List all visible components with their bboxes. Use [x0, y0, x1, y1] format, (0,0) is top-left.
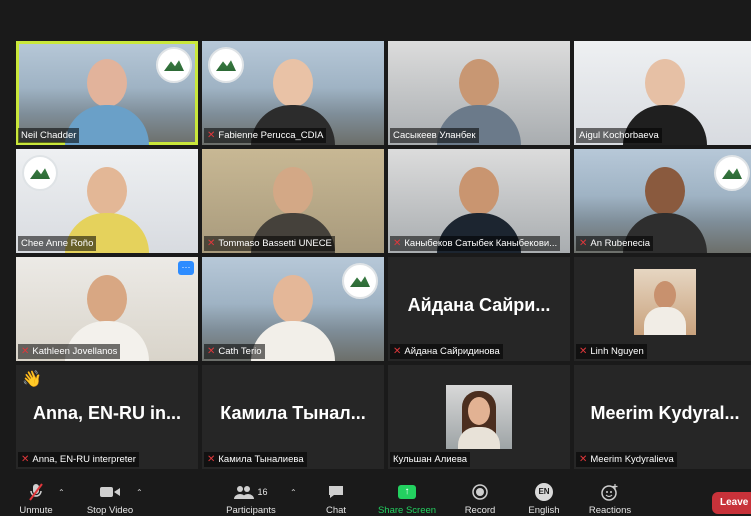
participant-display-name: Айдана Сайри...: [407, 295, 551, 315]
participant-tile[interactable]: Aigul Kochorbaeva: [574, 41, 751, 145]
video-options-chevron-up-icon[interactable]: ⌃: [136, 488, 143, 497]
participant-tile[interactable]: ✕ Linh Nguyen: [574, 257, 751, 361]
organization-logo-icon: [22, 155, 58, 191]
participant-tile[interactable]: Neil Chadder: [16, 41, 198, 145]
organization-logo-icon: [156, 47, 192, 83]
participant-tile[interactable]: ✕ Cath Terio: [202, 257, 384, 361]
participant-name: ✕ Anna, EN-RU interpreter: [18, 452, 139, 467]
organization-logo-icon: [342, 263, 378, 299]
mic-muted-icon: ✕: [207, 130, 216, 141]
unmute-button[interactable]: Unmute: [12, 470, 60, 516]
participants-button[interactable]: 16 Participants: [220, 470, 282, 516]
participant-display-name: Meerim Kydyral...: [590, 403, 740, 423]
mic-muted-icon: ✕: [393, 346, 402, 357]
participant-name: ✕ Камила Тыналиева: [204, 452, 307, 467]
organization-logo-icon: [714, 155, 750, 191]
meeting-toolbar: Unmute ⌃ Stop Video ⌃ 16 Participants ⌃ …: [0, 470, 751, 516]
participants-icon: 16: [234, 482, 268, 501]
participant-name: ✕ Kathleen Jovellanos: [18, 344, 121, 359]
participant-tile[interactable]: Chee Anne Roño: [16, 149, 198, 253]
participant-name: ✕ Linh Nguyen: [576, 344, 647, 359]
smiley-plus-icon: [601, 482, 619, 501]
participant-tile[interactable]: 👋 Anna, EN-RU in... ✕ Anna, EN-RU interpr…: [16, 365, 198, 469]
participant-name: ✕ Айдана Сайридинова: [390, 344, 503, 359]
record-button[interactable]: Record: [458, 470, 502, 516]
audio-options-chevron-up-icon[interactable]: ⌃: [58, 488, 65, 497]
video-camera-icon: [100, 482, 120, 501]
participant-tile[interactable]: ✕ An Rubenecia: [574, 149, 751, 253]
video-grid: Neil Chadder ✕ Fabienne Perucca_CDIA Сасы…: [16, 41, 751, 469]
tile-options-button[interactable]: ···: [178, 261, 194, 275]
participant-tile[interactable]: Айдана Сайри... ✕ Айдана Сайридинова: [388, 257, 570, 361]
record-icon: [472, 482, 488, 501]
participant-name: Сасыкеев Уланбек: [390, 128, 479, 143]
participant-tile[interactable]: Камила Тынал... ✕ Камила Тыналиева: [202, 365, 384, 469]
mic-muted-icon: ✕: [207, 346, 216, 357]
profile-photo: [446, 385, 512, 449]
mic-muted-icon: ✕: [579, 346, 588, 357]
participants-count: 16: [257, 486, 268, 497]
mic-muted-icon: ✕: [21, 454, 30, 465]
mic-muted-icon: ✕: [207, 238, 216, 249]
participant-tile[interactable]: ··· ✕ Kathleen Jovellanos: [16, 257, 198, 361]
share-screen-button[interactable]: ↑ Share Screen: [374, 470, 440, 516]
participant-tile[interactable]: Meerim Kydyral... ✕ Meerim Kydyralieva: [574, 365, 751, 469]
participant-tile[interactable]: Кульшан Алиева: [388, 365, 570, 469]
reactions-button[interactable]: Reactions: [582, 470, 638, 516]
share-screen-icon: ↑: [398, 482, 416, 501]
participants-options-chevron-up-icon[interactable]: ⌃: [290, 488, 297, 497]
participant-name: Neil Chadder: [18, 128, 80, 143]
language-interpretation-button[interactable]: EN English: [522, 470, 566, 516]
participant-tile[interactable]: ✕ Fabienne Perucca_CDIA: [202, 41, 384, 145]
participant-name: Aigul Kochorbaeva: [576, 128, 662, 143]
participant-display-name: Камила Тынал...: [220, 403, 366, 423]
participant-tile[interactable]: ✕ Каныбеков Сатыбек Каныбекови...: [388, 149, 570, 253]
stop-video-button[interactable]: Stop Video: [80, 470, 140, 516]
participant-name: ✕ Meerim Kydyralieva: [576, 452, 677, 467]
chat-bubble-icon: [328, 482, 344, 501]
language-globe-icon: EN: [535, 482, 553, 501]
participant-name: ✕ Tommaso Bassetti UNECE: [204, 236, 335, 251]
mic-muted-icon: ✕: [579, 238, 588, 249]
profile-photo: [634, 269, 696, 335]
mic-muted-icon: ✕: [207, 454, 216, 465]
participant-name: ✕ An Rubenecia: [576, 236, 654, 251]
chat-button[interactable]: Chat: [318, 470, 354, 516]
participant-tile[interactable]: ✕ Tommaso Bassetti UNECE: [202, 149, 384, 253]
participant-name: ✕ Каныбеков Сатыбек Каныбекови...: [390, 236, 561, 251]
mic-muted-icon: [29, 482, 43, 501]
top-bar: [0, 0, 751, 38]
participant-name: ✕ Fabienne Perucca_CDIA: [204, 128, 327, 143]
participant-tile[interactable]: Сасыкеев Уланбек: [388, 41, 570, 145]
organization-logo-icon: [208, 47, 244, 83]
participant-name: ✕ Cath Terio: [204, 344, 265, 359]
participant-display-name: Anna, EN-RU in...: [33, 403, 181, 423]
participant-name: Кульшан Алиева: [390, 452, 471, 467]
leave-meeting-button[interactable]: Leave: [712, 492, 751, 514]
participant-name: Chee Anne Roño: [18, 236, 97, 251]
mic-muted-icon: ✕: [21, 346, 30, 357]
mic-muted-icon: ✕: [393, 238, 402, 249]
mic-muted-icon: ✕: [579, 454, 588, 465]
raise-hand-reaction-icon: 👋: [22, 371, 42, 388]
